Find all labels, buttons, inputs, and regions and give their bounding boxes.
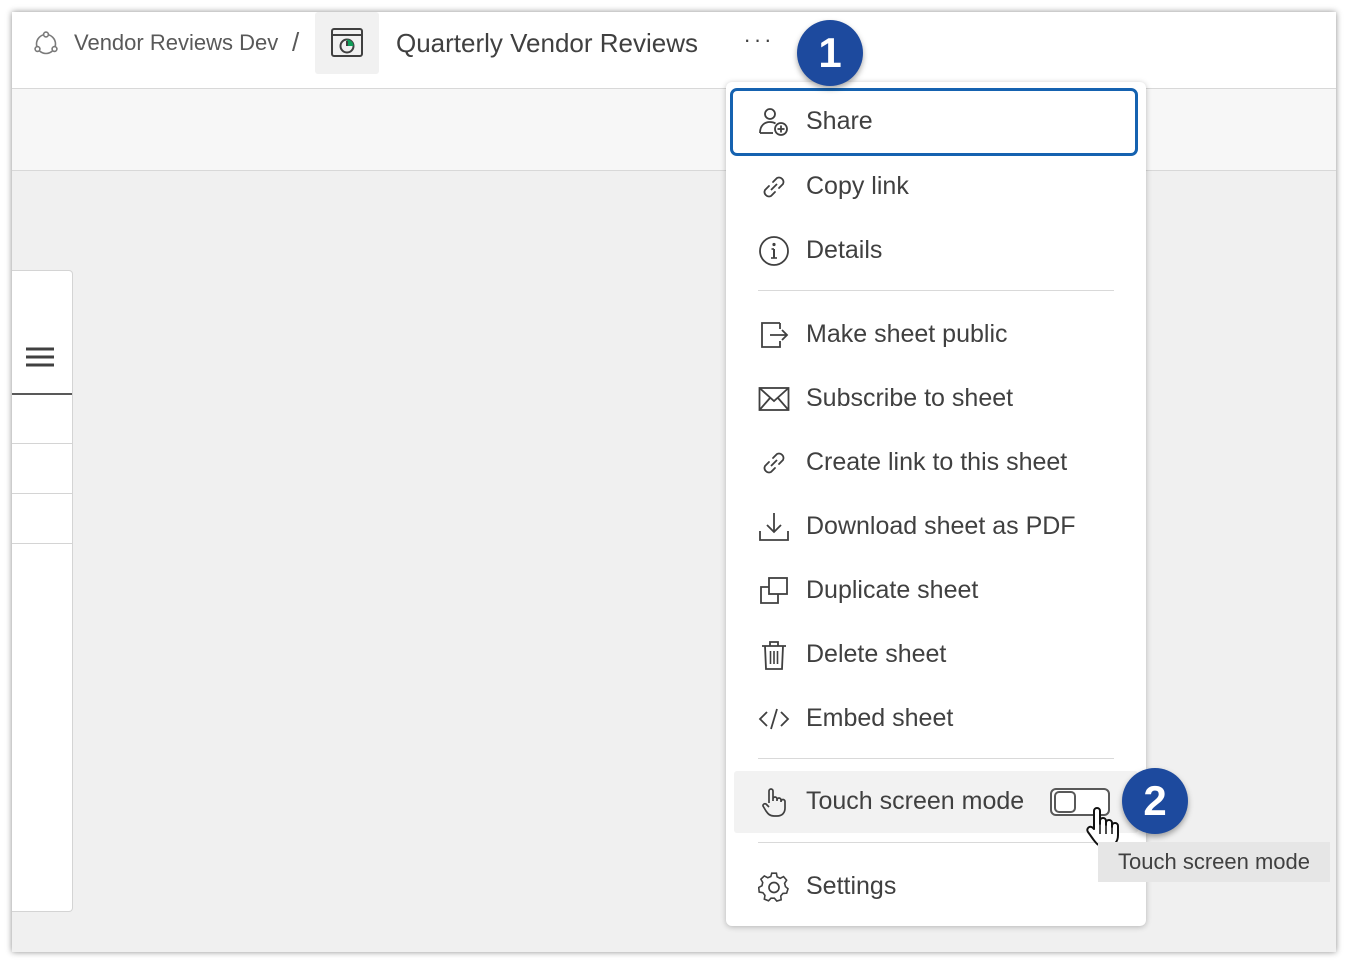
info-icon	[759, 236, 789, 266]
sheet-icon	[331, 28, 363, 57]
menu-item-label: Create link to this sheet	[806, 448, 1068, 476]
menu-item-delete-sheet[interactable]: Delete sheet	[726, 623, 1146, 687]
space-icon[interactable]	[32, 30, 60, 58]
menu-item-download-pdf[interactable]: Download sheet as PDF	[726, 495, 1146, 559]
breadcrumb-separator: /	[292, 27, 300, 57]
top-bar: Vendor Reviews Dev / Quarterly Vendor Re…	[12, 12, 1336, 89]
menu-item-label: Settings	[806, 872, 897, 900]
menu-item-touch-screen-mode[interactable]: Touch screen mode	[734, 771, 1138, 833]
trash-icon	[762, 641, 786, 670]
menu-item-label: Embed sheet	[806, 704, 954, 732]
menu-item-copy-link[interactable]: Copy link	[726, 155, 1146, 219]
toggle-knob	[1054, 791, 1076, 813]
menu-item-settings[interactable]: Settings	[726, 855, 1146, 919]
sheet-icon-button[interactable]	[315, 12, 379, 74]
menu-item-label: Share	[806, 107, 873, 135]
envelope-icon	[758, 387, 790, 411]
menu-item-label: Delete sheet	[806, 640, 947, 668]
more-actions-button[interactable]: ···	[734, 28, 784, 58]
hamburger-icon[interactable]	[24, 345, 56, 373]
menu-item-embed-sheet[interactable]: Embed sheet	[726, 687, 1146, 751]
menu-item-make-sheet-public[interactable]: Make sheet public	[726, 303, 1146, 367]
sheet-title: Quarterly Vendor Reviews	[396, 28, 699, 58]
menu-item-label: Download sheet as PDF	[806, 512, 1076, 540]
touch-hand-icon	[762, 788, 786, 817]
menu-item-label: Make sheet public	[806, 320, 1008, 348]
menu-item-subscribe-to-sheet[interactable]: Subscribe to sheet	[726, 367, 1146, 431]
gear-icon	[758, 872, 789, 902]
callout-badge-1: 1	[797, 20, 863, 86]
panel-row-divider	[12, 493, 72, 494]
menu-item-details[interactable]: Details	[726, 219, 1146, 283]
assets-panel	[12, 270, 73, 912]
menu-divider	[758, 842, 1114, 843]
duplicate-icon	[760, 577, 788, 604]
menu-item-duplicate-sheet[interactable]: Duplicate sheet	[726, 559, 1146, 623]
link-icon	[763, 176, 785, 198]
download-icon	[759, 513, 789, 541]
publish-icon	[761, 322, 789, 348]
menu-item-label: Copy link	[806, 172, 909, 200]
panel-row-divider	[12, 393, 72, 395]
breadcrumb-space-link[interactable]: Vendor Reviews Dev	[74, 28, 278, 58]
menu-item-share[interactable]: Share	[730, 88, 1138, 156]
touch-screen-mode-tooltip: Touch screen mode	[1098, 842, 1330, 882]
share-user-plus-icon	[759, 108, 788, 136]
callout-badge-2: 2	[1122, 768, 1188, 834]
panel-row-divider	[12, 443, 72, 444]
code-icon	[758, 708, 790, 730]
sheet-actions-menu: Share Copy link Details Make sheet publi…	[726, 82, 1146, 926]
panel-row-divider	[12, 543, 72, 544]
menu-item-label: Touch screen mode	[806, 787, 1025, 815]
menu-item-create-link-to-sheet[interactable]: Create link to this sheet	[726, 431, 1146, 495]
menu-divider	[758, 758, 1114, 759]
menu-divider	[758, 290, 1114, 291]
menu-item-label: Duplicate sheet	[806, 576, 979, 604]
link-icon	[763, 452, 785, 474]
menu-item-label: Details	[806, 236, 883, 264]
menu-item-label: Subscribe to sheet	[806, 384, 1014, 412]
